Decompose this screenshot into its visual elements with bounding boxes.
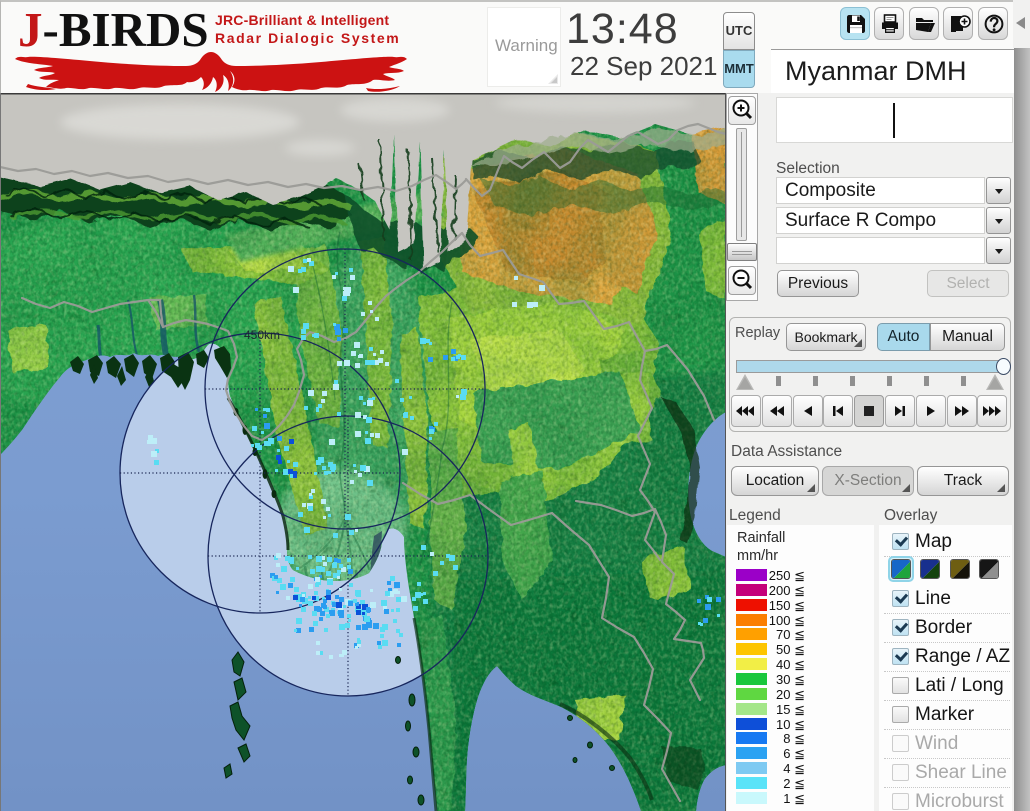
- svg-text:450km: 450km: [244, 328, 280, 342]
